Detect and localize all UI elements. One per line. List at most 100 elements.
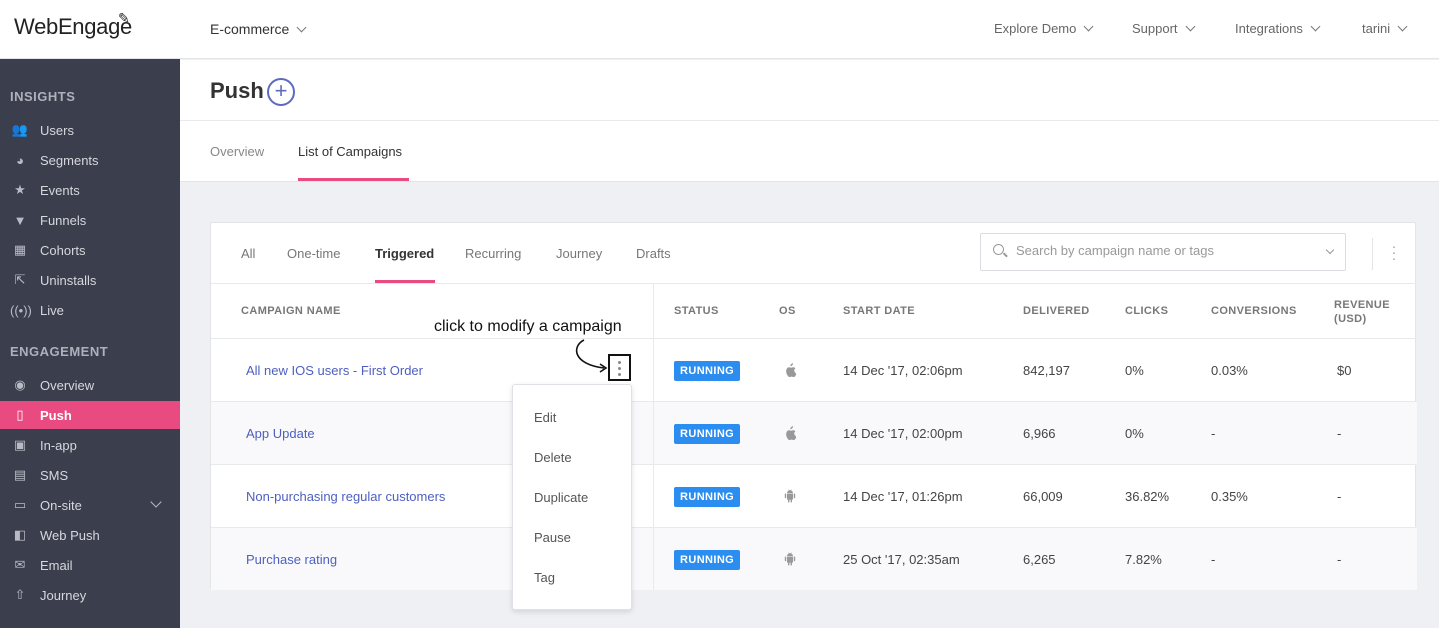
sidebar-item-journey[interactable]: ⇧ Journey (0, 581, 180, 609)
menu-item-duplicate[interactable]: Duplicate (534, 490, 588, 505)
nav-user-menu[interactable]: tarini (1362, 21, 1408, 36)
column-header-revenue-unit: (USD) (1334, 313, 1367, 325)
eye-icon: ◉ (14, 377, 26, 392)
sidebar-section-title: INSIGHTS (10, 89, 76, 104)
dot (618, 373, 621, 376)
sidebar-item-segments[interactable]: ◕ Segments (0, 146, 180, 174)
header-divider (180, 120, 1439, 121)
column-header-delivered[interactable]: DELIVERED (1023, 305, 1090, 317)
apple-icon (786, 426, 796, 440)
nav-support[interactable]: Support (1132, 21, 1195, 36)
menu-item-delete[interactable]: Delete (534, 450, 572, 465)
live-icon: ((•)) (10, 302, 32, 318)
sidebar-item-in-app[interactable]: ▣ In-app (0, 431, 180, 459)
campaign-name-link[interactable]: Purchase rating (246, 552, 337, 567)
filter-tab-recurring[interactable]: Recurring (465, 246, 521, 261)
delivered-count: 6,265 (1023, 552, 1056, 567)
click-rate: 36.82% (1125, 489, 1170, 504)
sidebar-item-web-push[interactable]: ◧ Web Push (0, 521, 180, 549)
table-row: App Update RUNNING 14 Dec '17, 02:00pm 6… (211, 401, 1417, 464)
click-rate: 7.82% (1125, 552, 1162, 567)
campaign-search[interactable] (980, 233, 1346, 271)
nav-explore-demo[interactable]: Explore Demo (994, 21, 1094, 36)
add-campaign-button[interactable]: + (267, 78, 295, 106)
top-bar: WebEngage ✎ E-commerce Explore Demo Supp… (0, 0, 1439, 59)
page-title: Push (210, 78, 264, 103)
sidebar-item-email[interactable]: ✉ Email (0, 551, 180, 579)
tab-list-of-campaigns[interactable]: List of Campaigns (298, 144, 402, 159)
conversion-rate: 0.35% (1211, 489, 1248, 504)
start-date: 25 Oct '17, 02:35am (843, 552, 960, 567)
menu-item-tag[interactable]: Tag (534, 570, 555, 585)
sidebar-item-sms[interactable]: ▤ SMS (0, 461, 180, 489)
chevron-down-icon (1185, 21, 1195, 32)
column-header-start-date[interactable]: START DATE (843, 305, 915, 317)
sidebar-item-label: On-site (40, 497, 82, 513)
sidebar-item-label: Overview (40, 377, 95, 393)
column-header-conversions[interactable]: CONVERSIONS (1211, 305, 1297, 317)
column-header-os[interactable]: OS (779, 305, 796, 317)
row-options-button[interactable] (608, 354, 631, 381)
delivered-count: 842,197 (1023, 363, 1070, 378)
sidebar-item-funnels[interactable]: ▼ Funnels (0, 206, 180, 234)
menu-item-edit[interactable]: Edit (534, 410, 556, 425)
toolbar-divider (1372, 238, 1373, 270)
column-header-status[interactable]: STATUS (674, 305, 719, 317)
sidebar-item-push[interactable]: ▯ Push (0, 401, 180, 429)
sidebar-item-events[interactable]: ★ Events (0, 176, 180, 204)
sidebar-item-label: Segments (40, 152, 99, 168)
sidebar: INSIGHTS 👥 Users ◕ Segments ★ Events ▼ Funne… (0, 59, 180, 628)
sidebar-item-label: SMS (40, 467, 69, 483)
nav-label: Explore Demo (994, 21, 1077, 36)
chevron-down-icon (1397, 21, 1408, 32)
star-icon: ★ (14, 182, 26, 197)
column-header-revenue[interactable]: REVENUE (USD) (1334, 298, 1390, 326)
sidebar-item-label: In-app (40, 437, 77, 453)
table-row: Non-purchasing regular customers RUNNING… (211, 464, 1417, 527)
nav-label: Support (1132, 21, 1178, 36)
users-icon: 👥 (11, 122, 29, 137)
annotation-text: click to modify a campaign (434, 318, 622, 335)
filter-tab-triggered[interactable]: Triggered (375, 246, 434, 261)
filter-tab-drafts[interactable]: Drafts (636, 246, 671, 261)
chevron-down-icon[interactable] (1325, 245, 1335, 255)
sidebar-item-users[interactable]: 👥 Users (0, 116, 180, 144)
sidebar-item-cohorts[interactable]: ▦ Cohorts (0, 236, 180, 264)
tab-overview[interactable]: Overview (210, 144, 264, 159)
menu-item-pause[interactable]: Pause (534, 530, 571, 545)
project-selector[interactable]: E-commerce (210, 21, 307, 37)
search-input[interactable] (1016, 243, 1316, 258)
nav-integrations[interactable]: Integrations (1235, 21, 1321, 36)
webengage-logo[interactable]: WebEngage ✎ (14, 10, 132, 40)
start-date: 14 Dec '17, 02:06pm (843, 363, 963, 378)
dot (618, 361, 621, 364)
android-icon (784, 552, 796, 566)
more-options-icon[interactable]: · · · (1391, 239, 1397, 265)
sidebar-item-overview[interactable]: ◉ Overview (0, 371, 180, 399)
column-header-campaign-name[interactable]: CAMPAIGN NAME (241, 305, 341, 317)
revenue: - (1337, 426, 1342, 441)
filter-tab-all[interactable]: All (241, 246, 255, 261)
row-options-menu: Edit Delete Duplicate Pause Tag (512, 384, 632, 610)
sidebar-item-live[interactable]: ((•)) Live (0, 296, 180, 324)
push-icon: ▯ (16, 407, 24, 422)
column-header-clicks[interactable]: CLICKS (1125, 305, 1168, 317)
conversion-rate: - (1211, 426, 1216, 441)
apple-icon (786, 363, 796, 377)
campaign-name-link[interactable]: App Update (246, 426, 315, 441)
sidebar-item-uninstalls[interactable]: ⇱ Uninstalls (0, 266, 180, 294)
campaign-name-link[interactable]: All new IOS users - First Order (246, 363, 423, 378)
inapp-icon: ▣ (13, 437, 27, 452)
rocket-icon: ⇧ (14, 587, 26, 602)
filter-tab-journey[interactable]: Journey (556, 246, 602, 261)
start-date: 14 Dec '17, 01:26pm (843, 489, 963, 504)
sidebar-item-label: Push (40, 407, 72, 423)
campaign-name-link[interactable]: Non-purchasing regular customers (246, 489, 445, 504)
column-header-revenue-line: REVENUE (1334, 299, 1390, 311)
revenue: - (1337, 552, 1342, 567)
filter-tab-one-time[interactable]: One-time (287, 246, 340, 261)
sidebar-item-label: Web Push (40, 527, 100, 543)
android-icon (784, 489, 796, 503)
chevron-down-icon[interactable] (150, 496, 162, 508)
sidebar-item-on-site[interactable]: ▭ On-site (0, 491, 180, 519)
